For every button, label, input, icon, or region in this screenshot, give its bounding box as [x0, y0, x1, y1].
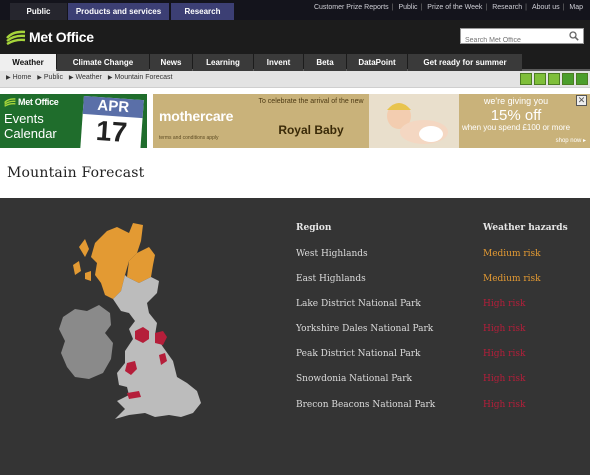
menu-icon[interactable]: [576, 73, 588, 85]
region-link-peak-district[interactable]: Peak District National Park: [296, 349, 421, 359]
site-header: Met Office: [0, 20, 590, 52]
column-header-hazards: Weather hazards: [483, 223, 568, 233]
events-line: Events: [4, 111, 44, 126]
close-icon[interactable]: ✕: [576, 95, 587, 106]
calendar-icon: APR 17: [80, 95, 144, 148]
ireland-shape: [59, 305, 113, 379]
column-header-region: Region: [296, 223, 332, 233]
chevron-right-icon: ▶: [37, 75, 42, 81]
nav-invent[interactable]: Invent: [254, 54, 303, 71]
ad-offer-block: we're giving you 15% off when you spend …: [461, 94, 590, 148]
logo-text: Met Office: [29, 29, 94, 45]
region-link-west-highlands[interactable]: West Highlands: [296, 249, 368, 259]
nav-beta[interactable]: Beta: [304, 54, 346, 71]
chevron-right-icon: ▶: [6, 75, 11, 81]
banner-logo-text: Met Office: [18, 97, 59, 107]
breadcrumb-home[interactable]: Home: [13, 74, 36, 81]
risk-lake-district: High risk: [483, 299, 526, 309]
top-link[interactable]: Public: [395, 4, 420, 11]
share-tools: [518, 73, 588, 85]
nav-climate-change[interactable]: Climate Change: [57, 54, 149, 71]
great-britain-shape: [113, 275, 201, 419]
ad-terms: terms and conditions apply: [159, 135, 219, 141]
region-link-snowdonia[interactable]: Snowdonia National Park: [296, 374, 412, 384]
top-link[interactable]: About us: [529, 4, 563, 11]
risk-east-highlands: Medium risk: [483, 274, 541, 284]
top-links: Customer Prize Reports | Public | Prize of…: [311, 4, 586, 11]
ad-royal-intro: To celebrate the arrival of the new: [258, 98, 364, 105]
breadcrumb-bar: ▶ Home ▶ Public ▶ Weather ▶ Mountain Forecas…: [0, 71, 590, 88]
ad-royal-block: To celebrate the arrival of the new Roya…: [257, 94, 365, 148]
share-icon[interactable]: [520, 73, 532, 85]
breadcrumb-current: Mountain Forecast: [114, 74, 173, 81]
calendar-line: Calendar: [4, 126, 57, 141]
ad-royal-baby: Royal Baby: [278, 123, 344, 137]
region-link-brecon-beacons[interactable]: Brecon Beacons National Park: [296, 400, 435, 410]
search-box: [460, 28, 584, 48]
top-link[interactable]: Map: [566, 4, 586, 11]
page-title: Mountain Forecast: [7, 165, 145, 181]
rss-icon[interactable]: [548, 73, 560, 85]
top-tab-products[interactable]: Products and services: [68, 3, 169, 20]
nav-news[interactable]: News: [150, 54, 192, 71]
chevron-right-icon: ▶: [68, 75, 74, 81]
person-icon[interactable]: [562, 73, 574, 85]
ad-offer-percent: 15% off: [490, 107, 542, 124]
top-link[interactable]: Customer Prize Reports: [311, 4, 392, 11]
risk-brecon-beacons: High risk: [483, 400, 526, 410]
mothercare-ad-banner[interactable]: mothercare terms and conditions apply To…: [153, 94, 590, 148]
ad-brand-block: mothercare terms and conditions apply: [153, 94, 253, 148]
nav-get-ready-for-summer[interactable]: Get ready for summer: [408, 54, 522, 71]
baby-illustration: [369, 94, 459, 148]
region-link-east-highlands[interactable]: East Highlands: [296, 274, 366, 284]
top-tab-research[interactable]: Research: [171, 3, 234, 20]
ad-offer-intro: we're giving you: [483, 96, 549, 106]
page: Public Products and services Research Cu…: [0, 0, 590, 475]
top-link[interactable]: Prize of the Week: [424, 4, 485, 11]
uk-risk-map[interactable]: [55, 213, 225, 455]
nav-weather[interactable]: Weather: [0, 54, 56, 71]
search-icon[interactable]: [569, 31, 579, 41]
print-icon[interactable]: [534, 73, 546, 85]
breadcrumb: ▶ Home ▶ Public ▶ Weather ▶ Mountain Forecas…: [6, 74, 176, 81]
risk-peak-district: High risk: [483, 349, 526, 359]
scottish-islands-shape: [73, 239, 91, 281]
ad-brand: mothercare: [159, 108, 234, 124]
ad-shop-now-link[interactable]: shop now ▸: [556, 137, 586, 144]
main-nav: Weather Climate Change News Learning Inv…: [0, 52, 590, 71]
met-office-logo[interactable]: Met Office: [6, 27, 94, 47]
logo-swoosh-icon: [4, 98, 16, 107]
calendar-day: 17: [94, 114, 129, 148]
risk-west-highlands: Medium risk: [483, 249, 541, 259]
risk-snowdonia: High risk: [483, 374, 526, 384]
region-link-lake-district[interactable]: Lake District National Park: [296, 299, 421, 309]
baby-image: [369, 94, 459, 148]
events-calendar-banner[interactable]: Met Office Events Calendar APR 17: [0, 94, 147, 148]
risk-yorkshire-dales: High risk: [483, 324, 526, 334]
logo-swoosh-icon: [6, 30, 26, 45]
breadcrumb-weather[interactable]: Weather: [76, 74, 106, 81]
breadcrumb-public[interactable]: Public: [44, 74, 67, 81]
top-bar: Public Products and services Research Cu…: [0, 0, 590, 20]
banner-logo: Met Office: [4, 97, 59, 107]
events-calendar-text: Events Calendar: [4, 111, 57, 141]
ad-offer-condition: when you spend £100 or more: [461, 123, 571, 132]
search-input[interactable]: [461, 33, 561, 48]
top-tab-public[interactable]: Public: [10, 3, 67, 20]
top-link[interactable]: Research: [489, 4, 525, 11]
nav-datapoint[interactable]: DataPoint: [347, 54, 407, 71]
region-link-yorkshire-dales[interactable]: Yorkshire Dales National Park: [296, 324, 433, 334]
region-yorkshire-dales[interactable]: [155, 331, 167, 345]
nav-learning[interactable]: Learning: [193, 54, 253, 71]
